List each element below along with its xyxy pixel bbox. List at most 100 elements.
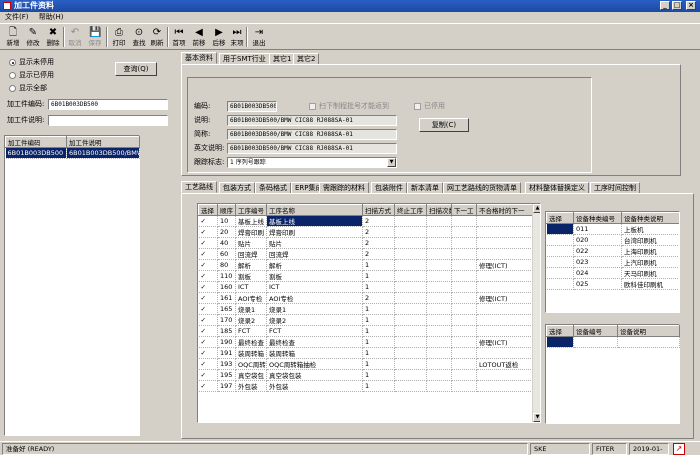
equip-type-cell[interactable]: 020 bbox=[573, 234, 622, 246]
route-cell[interactable]: 真空袋包装 bbox=[266, 369, 363, 381]
route-cell[interactable]: 烧录2 bbox=[235, 314, 267, 326]
part-cell[interactable]: 6B01B003DB500/BMW C bbox=[66, 147, 140, 159]
route-cell[interactable] bbox=[451, 303, 477, 315]
route-cell[interactable]: 焊膏印刷 bbox=[235, 226, 267, 238]
minimize-button[interactable]: _ bbox=[660, 1, 670, 10]
route-cell[interactable] bbox=[476, 281, 533, 293]
route-check-cell[interactable]: ✓ bbox=[198, 336, 218, 348]
route-cell[interactable]: 170 bbox=[217, 314, 236, 326]
route-cell[interactable] bbox=[394, 358, 427, 370]
route-cell[interactable]: 基板上线 bbox=[235, 215, 267, 227]
equip-type-row[interactable]: 011 上板机 bbox=[546, 223, 679, 235]
route-row[interactable]: ✓ 191 装周转箱 装周转箱 1 bbox=[198, 347, 533, 359]
toolbar-first-record-button[interactable]: ⏮ 首项 bbox=[170, 26, 188, 49]
route-row[interactable]: ✓ 110 割板 割板 1 bbox=[198, 270, 533, 282]
basic-en-field[interactable] bbox=[227, 143, 397, 154]
bottom-tab-0[interactable]: 工艺路线 bbox=[181, 181, 217, 193]
route-cell[interactable]: 2 bbox=[362, 226, 395, 238]
route-col-header[interactable]: 扫描方式 bbox=[362, 204, 395, 216]
route-row[interactable]: ✓ 190 最终检查 最终检查 1 修理(ICT) bbox=[198, 336, 533, 348]
equip-type-cell[interactable]: 上板机 bbox=[621, 223, 679, 235]
route-check-cell[interactable]: ✓ bbox=[198, 369, 218, 381]
equip-type-cell[interactable] bbox=[546, 234, 574, 246]
code-filter-input[interactable] bbox=[48, 99, 168, 110]
route-cell[interactable] bbox=[476, 314, 533, 326]
route-cell[interactable]: 修理(ICT) bbox=[476, 259, 533, 271]
equip-type-cell[interactable] bbox=[546, 223, 574, 235]
route-cell[interactable] bbox=[426, 259, 452, 271]
route-cell[interactable] bbox=[426, 347, 452, 359]
route-cell[interactable] bbox=[451, 259, 477, 271]
maximize-button[interactable]: □ bbox=[672, 1, 682, 10]
route-check-cell[interactable]: ✓ bbox=[198, 347, 218, 359]
route-cell[interactable] bbox=[476, 237, 533, 249]
route-cell[interactable]: 割板 bbox=[266, 270, 363, 282]
desc-filter-input[interactable] bbox=[48, 115, 168, 126]
route-cell[interactable]: LOTOUT返检 bbox=[476, 358, 533, 370]
route-cell[interactable] bbox=[394, 281, 427, 293]
equipment-col-header[interactable]: 选择 bbox=[546, 325, 574, 337]
route-cell[interactable]: 2 bbox=[362, 248, 395, 260]
toolbar-prev-record-button[interactable]: ◀ 前移 bbox=[190, 26, 208, 49]
equip-type-cell[interactable] bbox=[546, 256, 574, 268]
route-cell[interactable] bbox=[394, 237, 427, 249]
route-cell[interactable] bbox=[394, 314, 427, 326]
equip-type-row[interactable]: 023 上汽印刷机 bbox=[546, 256, 679, 268]
route-cell[interactable]: 165 bbox=[217, 303, 236, 315]
route-cell[interactable]: 60 bbox=[217, 248, 236, 260]
route-scrollbar[interactable]: ▲ ▼ bbox=[532, 204, 540, 422]
route-cell[interactable] bbox=[451, 380, 477, 392]
route-row[interactable]: ✓ 10 基板上线 基板上线 2 bbox=[198, 215, 533, 227]
route-cell[interactable] bbox=[476, 303, 533, 315]
route-check-cell[interactable]: ✓ bbox=[198, 215, 218, 227]
route-cell[interactable] bbox=[394, 270, 427, 282]
equip-type-cell[interactable]: 011 bbox=[573, 223, 622, 235]
query-button[interactable]: 查询(Q) bbox=[115, 62, 157, 76]
route-cell[interactable]: 160 bbox=[217, 281, 236, 293]
basic-short-field[interactable] bbox=[227, 129, 397, 140]
toolbar-refresh-button[interactable]: ⟳ 刷新 bbox=[148, 26, 166, 49]
route-col-header[interactable]: 下一工 bbox=[451, 204, 477, 216]
route-cell[interactable]: 最终检查 bbox=[235, 336, 267, 348]
route-cell[interactable] bbox=[451, 248, 477, 260]
route-cell[interactable]: 最终检查 bbox=[266, 336, 363, 348]
route-check-cell[interactable]: ✓ bbox=[198, 237, 218, 249]
menu-file[interactable]: 文件(F) bbox=[5, 13, 29, 21]
basic-desc-field[interactable] bbox=[227, 115, 397, 126]
route-check-cell[interactable]: ✓ bbox=[198, 292, 218, 304]
route-row[interactable]: ✓ 170 烧录2 烧录2 1 bbox=[198, 314, 533, 326]
route-cell[interactable] bbox=[394, 336, 427, 348]
equip-type-col-header[interactable]: 选择 bbox=[546, 212, 574, 224]
route-cell[interactable]: 185 bbox=[217, 325, 236, 337]
route-row[interactable]: ✓ 20 焊膏印刷 焊膏印刷 2 bbox=[198, 226, 533, 238]
toolbar-edit-button[interactable]: ✎ 修改 bbox=[24, 26, 42, 49]
route-cell[interactable] bbox=[426, 325, 452, 337]
route-cell[interactable]: AOI专检 bbox=[266, 292, 363, 304]
route-cell[interactable] bbox=[451, 281, 477, 293]
route-cell[interactable] bbox=[476, 347, 533, 359]
route-cell[interactable]: 解析 bbox=[235, 259, 267, 271]
route-check-cell[interactable]: ✓ bbox=[198, 270, 218, 282]
route-cell[interactable]: 1 bbox=[362, 380, 395, 392]
route-col-header[interactable]: 顺序 bbox=[217, 204, 236, 216]
route-cell[interactable] bbox=[451, 336, 477, 348]
route-cell[interactable] bbox=[394, 380, 427, 392]
toolbar-print-button[interactable]: ⎙ 打印 bbox=[110, 26, 128, 49]
equipment-col-header[interactable]: 设备说明 bbox=[617, 325, 680, 337]
route-check-cell[interactable]: ✓ bbox=[198, 358, 218, 370]
radio-show-active[interactable] bbox=[9, 59, 16, 66]
scroll-down-icon[interactable]: ▼ bbox=[533, 413, 540, 422]
route-cell[interactable] bbox=[451, 270, 477, 282]
equip-type-cell[interactable]: 欧科佳印刷机 bbox=[621, 278, 679, 290]
equip-type-cell[interactable]: 天马印刷机 bbox=[621, 267, 679, 279]
route-cell[interactable] bbox=[476, 226, 533, 238]
route-col-header[interactable]: 工序编号 bbox=[235, 204, 267, 216]
route-cell[interactable]: 161 bbox=[217, 292, 236, 304]
route-cell[interactable]: 外包装 bbox=[235, 380, 267, 392]
equip-type-cell[interactable]: 025 bbox=[573, 278, 622, 290]
route-cell[interactable]: 烧录1 bbox=[266, 303, 363, 315]
route-cell[interactable]: 烧录1 bbox=[235, 303, 267, 315]
scroll-up-icon[interactable]: ▲ bbox=[533, 204, 540, 213]
scan-batch-checkbox[interactable] bbox=[309, 103, 316, 110]
route-cell[interactable] bbox=[426, 292, 452, 304]
